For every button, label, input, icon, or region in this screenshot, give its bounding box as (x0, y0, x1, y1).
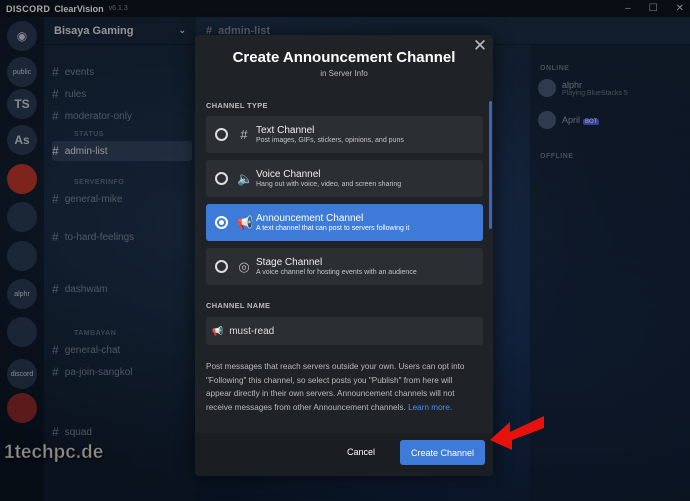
announcement-info-text: Post messages that reach servers outside… (206, 362, 465, 412)
modal-subtitle: in Server Info (320, 69, 368, 78)
option-description: Post images, GIFs, stickers, opinions, a… (256, 137, 404, 144)
hash-icon: # (240, 127, 248, 142)
modal-title: Create Announcement Channel (232, 49, 456, 66)
arrow-shape (490, 416, 544, 450)
close-icon[interactable]: ✕ (472, 37, 488, 54)
radio-button-selected[interactable] (215, 216, 228, 229)
channel-name-label: CHANNEL NAME (206, 301, 271, 310)
option-name: Stage Channel (256, 257, 323, 268)
create-channel-button[interactable]: Create Channel (400, 440, 485, 465)
option-name: Voice Channel (256, 169, 321, 180)
channel-name-field[interactable]: 📢 (206, 317, 483, 345)
cancel-button[interactable]: Cancel (347, 447, 375, 457)
option-name: Text Channel (256, 125, 315, 136)
option-name: Announcement Channel (256, 213, 364, 224)
megaphone-icon: 📢 (212, 325, 224, 336)
learn-more-link[interactable]: Learn more. (408, 403, 452, 412)
speaker-icon: 🔈 (237, 170, 254, 186)
red-arrow-icon (490, 416, 544, 450)
radio-button[interactable] (215, 172, 228, 185)
option-description: A text channel that can post to servers … (256, 225, 410, 232)
stage-icon: ◎ (238, 258, 250, 274)
option-text-channel[interactable]: # Text Channel Post images, GIFs, sticke… (206, 116, 483, 153)
option-description: A voice channel for hosting events with … (256, 269, 417, 276)
option-voice-channel[interactable]: 🔈 Voice Channel Hang out with voice, vid… (206, 160, 483, 197)
option-description: Hang out with voice, video, and screen s… (256, 181, 402, 188)
radio-button[interactable] (215, 128, 228, 141)
megaphone-icon: 📢 (237, 214, 254, 230)
modal-scrollbar[interactable] (489, 101, 492, 229)
channel-type-label: CHANNEL TYPE (206, 101, 268, 110)
option-announcement-channel[interactable]: 📢 Announcement Channel A text channel th… (206, 204, 483, 241)
create-channel-modal: Create Announcement Channel in Server In… (195, 35, 493, 476)
radio-button[interactable] (215, 260, 228, 273)
option-stage-channel[interactable]: ◎ Stage Channel A voice channel for host… (206, 248, 483, 285)
channel-name-input[interactable] (229, 325, 470, 337)
